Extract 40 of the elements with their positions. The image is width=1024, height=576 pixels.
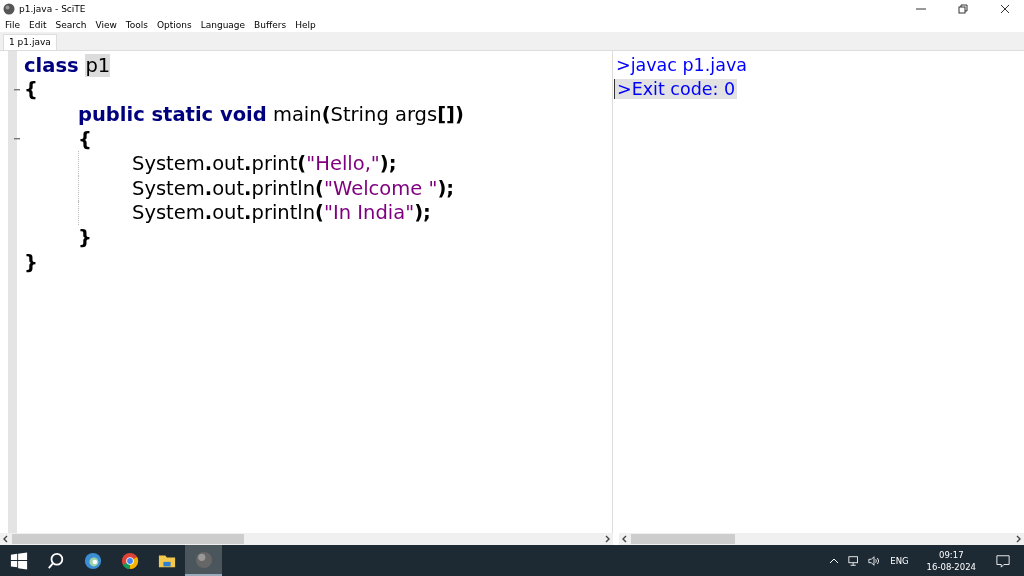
network-icon[interactable] bbox=[848, 554, 861, 567]
menu-item[interactable]: Buffers bbox=[254, 19, 287, 30]
code-line: System.out.print("Hello,"); bbox=[132, 152, 397, 176]
menu-item[interactable]: Options bbox=[156, 19, 192, 30]
chrome-icon bbox=[120, 551, 139, 570]
sphere-icon bbox=[194, 550, 213, 569]
volume-icon[interactable] bbox=[868, 554, 881, 567]
code-line: { bbox=[24, 78, 38, 102]
code-line: System.out.println("Welcome "); bbox=[132, 176, 455, 200]
menu-item[interactable]: File bbox=[5, 19, 21, 30]
code-line: } bbox=[24, 250, 38, 274]
close-icon[interactable] bbox=[1000, 3, 1010, 14]
code-line: public static void main(String args[]) bbox=[78, 103, 464, 126]
app-icon bbox=[3, 2, 15, 15]
restore-icon[interactable] bbox=[958, 3, 968, 14]
menu-item[interactable]: Help bbox=[295, 19, 316, 30]
fold-icon[interactable] bbox=[14, 88, 20, 91]
horizontal-scrollbar[interactable] bbox=[0, 533, 613, 545]
code-line: } bbox=[78, 225, 92, 249]
output-line: >javac p1.java bbox=[615, 55, 748, 75]
search-icon bbox=[46, 551, 65, 570]
clock[interactable]: 09:17 16-08-2024 bbox=[926, 548, 976, 573]
fold-icon[interactable] bbox=[14, 137, 20, 140]
menu-item[interactable]: Language bbox=[200, 19, 246, 30]
clock-time: 09:17 bbox=[939, 548, 964, 561]
menu-item[interactable]: View bbox=[95, 19, 117, 30]
code-line: System.out.println("In India"); bbox=[132, 201, 431, 225]
windows-icon bbox=[9, 551, 28, 570]
menu-item[interactable]: Edit bbox=[29, 19, 47, 30]
horizontal-scrollbar[interactable] bbox=[619, 533, 1024, 545]
clock-date: 16-08-2024 bbox=[926, 560, 976, 573]
notification-icon[interactable] bbox=[996, 553, 1010, 568]
menu-item[interactable]: Search bbox=[55, 19, 87, 30]
window-title: p1.java - SciTE bbox=[19, 3, 86, 14]
menu-item[interactable]: Tools bbox=[125, 19, 148, 30]
globe-icon bbox=[83, 551, 102, 570]
file-tab[interactable]: 1 p1.java bbox=[3, 34, 57, 50]
code-line: class p1 bbox=[24, 53, 111, 77]
language-indicator[interactable]: ENG bbox=[890, 555, 909, 566]
code-line: { bbox=[78, 127, 92, 151]
